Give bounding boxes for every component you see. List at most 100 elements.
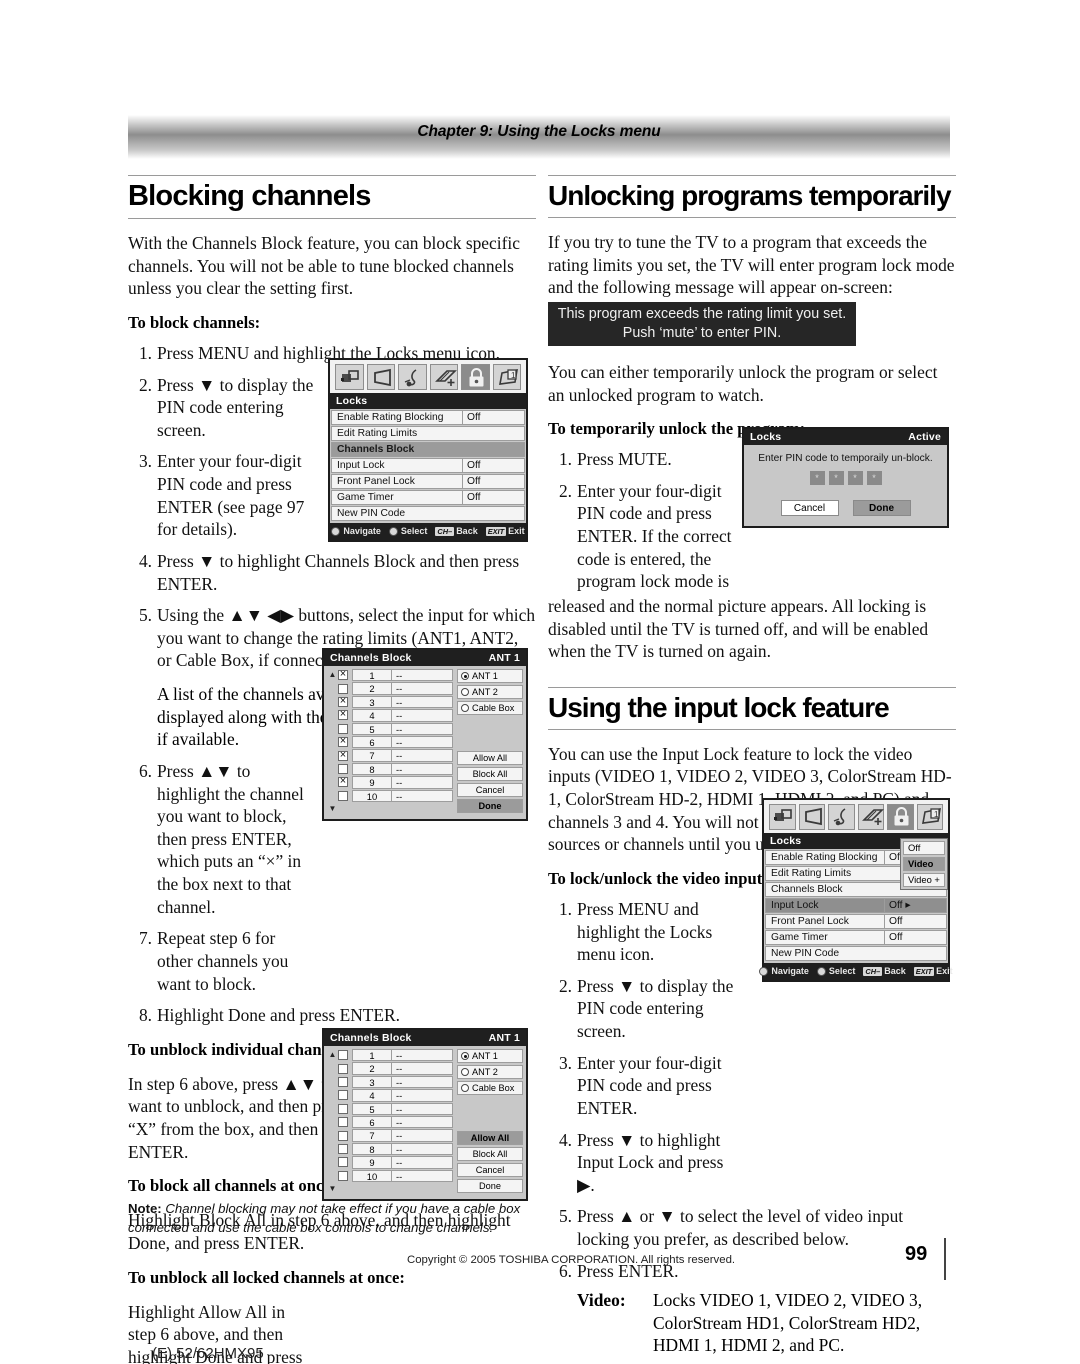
osd-menu-row[interactable]: Front Panel Lock Off: [765, 914, 947, 929]
channel-row[interactable]: 5 --: [338, 722, 453, 735]
osd-menu-row[interactable]: Enable Rating Blocking Off: [331, 410, 525, 425]
channel-row[interactable]: 4--: [338, 707, 453, 722]
scroll-arrows[interactable]: ▲ ▼: [327, 1049, 338, 1195]
pin-entry-field[interactable]: * * * *: [754, 470, 937, 485]
channel-block-checkbox[interactable]: [338, 734, 348, 748]
channel-block-checkbox[interactable]: [338, 1157, 348, 1168]
channel-row[interactable]: 4--: [338, 1089, 453, 1102]
done-button[interactable]: Done: [457, 1179, 523, 1193]
osd-menu-row[interactable]: Game Timer Off: [331, 490, 525, 505]
channel-row[interactable]: 9--: [338, 774, 453, 789]
scroll-down-icon[interactable]: ▼: [329, 804, 337, 813]
page-title-input-lock: Using the input lock feature: [548, 686, 956, 730]
channel-block-checkbox[interactable]: [338, 763, 348, 774]
osd-status-text: Active: [908, 431, 941, 443]
osd-menu-row[interactable]: New PIN Code: [765, 946, 947, 961]
input-radio-option[interactable]: ANT 2: [457, 1065, 523, 1079]
channel-row[interactable]: 3--: [338, 1075, 453, 1089]
channel-call-letters: --: [392, 749, 453, 762]
channel-row[interactable]: 6--: [338, 734, 453, 749]
block-all-button[interactable]: Block All: [457, 1147, 523, 1161]
channel-number: 1: [352, 669, 392, 682]
osd-menu-row[interactable]: Front Panel Lock Off: [331, 474, 525, 489]
channel-row[interactable]: 8 --: [338, 762, 453, 776]
channel-row[interactable]: 1--: [338, 667, 453, 682]
setup-icon[interactable]: 1: [916, 804, 943, 830]
channel-block-checkbox[interactable]: [338, 1076, 348, 1087]
right-column: Unlocking programs temporarily If you tr…: [548, 175, 956, 1364]
cancel-button[interactable]: Cancel: [780, 499, 839, 516]
done-button[interactable]: Done: [457, 799, 523, 813]
channel-block-checkbox[interactable]: [338, 1050, 348, 1061]
channel-row[interactable]: 2 --: [338, 1062, 453, 1075]
allow-all-button[interactable]: Allow All: [457, 751, 523, 765]
submenu-item-video[interactable]: Video: [903, 857, 945, 871]
cancel-button[interactable]: Cancel: [457, 1163, 523, 1177]
osd-menu-row-selected[interactable]: Input Lock Off ▸: [765, 898, 947, 913]
channel-block-checkbox[interactable]: [338, 1090, 348, 1101]
locks-icon[interactable]: [461, 364, 490, 390]
channel-block-checkbox[interactable]: [338, 667, 348, 681]
cancel-button[interactable]: Cancel: [457, 783, 523, 797]
channel-row[interactable]: 1--: [338, 1049, 453, 1062]
settings-icon[interactable]: [857, 804, 884, 830]
channel-row[interactable]: 7--: [338, 748, 453, 762]
input-radio-option[interactable]: ANT 2: [457, 685, 523, 699]
allow-all-button[interactable]: Allow All: [457, 1131, 523, 1145]
channel-number: 5: [352, 722, 392, 735]
pin-digit[interactable]: *: [828, 470, 844, 485]
osd-menu-row[interactable]: Edit Rating Limits: [331, 426, 525, 441]
scroll-down-icon[interactable]: ▼: [329, 1184, 337, 1193]
setup-icon[interactable]: 1: [492, 364, 521, 390]
submenu-item-video-plus[interactable]: Video +: [903, 873, 945, 887]
channel-block-checkbox[interactable]: [338, 748, 348, 762]
picture-icon[interactable]: [769, 804, 796, 830]
input-radio-option[interactable]: Cable Box: [457, 1081, 523, 1095]
pin-digit[interactable]: *: [866, 470, 882, 485]
settings-icon[interactable]: [429, 364, 458, 390]
osd-menu-row[interactable]: Input Lock Off: [331, 458, 525, 473]
channel-block-checkbox[interactable]: [338, 1170, 348, 1181]
osd-menu-row[interactable]: Game Timer Off: [765, 930, 947, 945]
locks-icon[interactable]: [887, 804, 914, 830]
channel-row[interactable]: 7--: [338, 1129, 453, 1142]
channel-block-checkbox[interactable]: [338, 694, 348, 708]
channel-row[interactable]: 10 --: [338, 789, 453, 802]
done-button[interactable]: Done: [852, 499, 911, 516]
osd-menu-row[interactable]: New PIN Code: [331, 506, 525, 521]
channel-row[interactable]: 2 --: [338, 682, 453, 695]
channel-row[interactable]: 3--: [338, 694, 453, 709]
navigate-hint: Navigate: [331, 526, 381, 536]
channel-block-checkbox[interactable]: [338, 707, 348, 721]
channel-block-checkbox[interactable]: [338, 1103, 348, 1114]
channel-row[interactable]: 9--: [338, 1156, 453, 1169]
block-all-button[interactable]: Block All: [457, 767, 523, 781]
screen-icon[interactable]: [798, 804, 825, 830]
channel-block-checkbox[interactable]: [338, 790, 348, 801]
input-radio-option[interactable]: Cable Box: [457, 701, 523, 715]
scroll-arrows[interactable]: ▲ ▼: [327, 669, 338, 815]
channel-row[interactable]: 6--: [338, 1115, 453, 1129]
submenu-item-off[interactable]: Off: [903, 841, 945, 855]
channel-row[interactable]: 8 --: [338, 1142, 453, 1156]
audio-icon[interactable]: [398, 364, 427, 390]
pin-digit[interactable]: *: [809, 470, 825, 485]
picture-icon[interactable]: [335, 364, 364, 390]
channel-block-checkbox[interactable]: [338, 723, 348, 734]
scroll-up-icon[interactable]: ▲: [329, 670, 337, 679]
pin-digit[interactable]: *: [847, 470, 863, 485]
scroll-up-icon[interactable]: ▲: [329, 1050, 337, 1059]
channel-block-checkbox[interactable]: [338, 1063, 348, 1074]
channel-row[interactable]: 5 --: [338, 1102, 453, 1115]
channel-row[interactable]: 10 --: [338, 1169, 453, 1182]
channel-block-checkbox[interactable]: [338, 683, 348, 694]
channel-block-checkbox[interactable]: [338, 774, 348, 788]
osd-menu-row-selected[interactable]: Channels Block: [331, 442, 525, 457]
input-radio-option[interactable]: ANT 1: [457, 1049, 523, 1063]
input-radio-option[interactable]: ANT 1: [457, 669, 523, 683]
channel-block-checkbox[interactable]: [338, 1143, 348, 1154]
audio-icon[interactable]: [828, 804, 855, 830]
channel-block-checkbox[interactable]: [338, 1130, 348, 1141]
channel-block-checkbox[interactable]: [338, 1117, 348, 1128]
screen-icon[interactable]: [366, 364, 395, 390]
